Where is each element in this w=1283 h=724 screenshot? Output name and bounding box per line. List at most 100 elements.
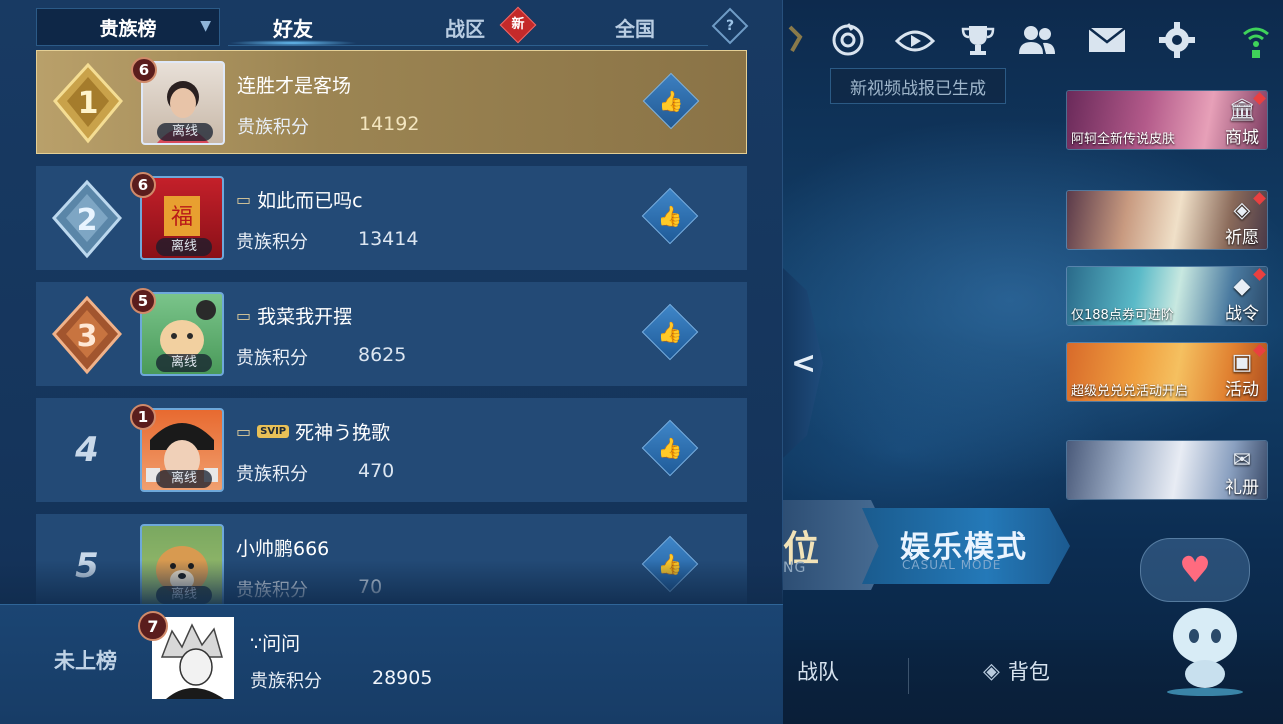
rank-bronze-badge: 3 — [44, 292, 130, 378]
like-button[interactable]: 👍 — [641, 187, 699, 245]
svg-text:福: 福 — [171, 205, 193, 230]
battlepass-icon: ◆ 战令 — [1225, 274, 1259, 325]
dropdown-label: 贵族榜 — [99, 17, 157, 40]
event-icon: ▣ 活动 — [1225, 350, 1259, 401]
promo-label: 活动 — [1225, 380, 1259, 400]
offline-status: 离线 — [157, 123, 213, 141]
friends-icon[interactable] — [1017, 20, 1057, 60]
replay-icon[interactable] — [895, 20, 935, 60]
player-name: 如此而已吗c — [257, 190, 363, 212]
divider — [908, 658, 909, 694]
svg-text:3: 3 — [77, 319, 98, 354]
promo-caption: 仅188点券可进阶 — [1071, 308, 1174, 323]
svip-badge: SVIP — [257, 425, 290, 438]
board-type-dropdown[interactable]: 贵族榜 ▼ — [36, 8, 220, 46]
team-label: 战队 — [797, 660, 839, 684]
wifi-icon — [1236, 20, 1276, 60]
rank-silver-badge: 2 — [44, 176, 130, 262]
list-fade — [0, 560, 783, 608]
rank-gold-badge: 1 — [45, 61, 131, 147]
help-icon[interactable]: ? — [711, 7, 749, 45]
player-name-line: ▭ 如此而已吗c — [236, 186, 363, 213]
leaderboard-panel: 贵族榜 ▼ 好友 战区 新 全国 ? 1 离线 6 连胜才是客场 贵族积分 14… — [0, 0, 783, 724]
player-name-line: ▭ 我菜我开摆 — [236, 302, 352, 329]
active-tab-indicator — [228, 40, 358, 46]
promo-caption: 阿轲全新传说皮肤 — [1071, 132, 1176, 147]
svg-text:1: 1 — [78, 86, 99, 121]
settings-icon[interactable] — [1157, 20, 1197, 60]
bell-icon[interactable] — [783, 20, 823, 60]
video-report-tooltip: 新视频战报已生成 — [830, 68, 1006, 104]
bag-icon: ◈ — [983, 658, 1000, 684]
score-value: 14192 — [359, 113, 420, 135]
promo-card-gift[interactable]: ✉ 礼册 — [1066, 440, 1268, 500]
promo-card-event[interactable]: 超级兑兑兑活动开启 ▣ 活动 — [1066, 342, 1268, 402]
bag-label: 背包 — [1007, 660, 1050, 684]
level-badge: 6 — [130, 172, 156, 198]
score-label: 贵族积分 — [236, 348, 308, 369]
thumbs-up-icon: 👍 — [658, 89, 684, 113]
thumbs-up-icon: 👍 — [657, 204, 683, 228]
intimacy-tag-icon: ▭ — [236, 306, 252, 325]
chevron-down-icon: ▼ — [200, 18, 211, 34]
score-value: 8625 — [358, 344, 407, 366]
promo-label: 战令 — [1225, 304, 1259, 324]
leaderboard-row[interactable]: 2 福 离线 6 ▭ 如此而已吗c 贵族积分 13414 👍 — [36, 166, 747, 270]
bag-button[interactable]: ◈ 背包 — [983, 656, 1050, 686]
offline-status: 离线 — [156, 354, 212, 372]
heart-icon[interactable]: ♥ — [1140, 538, 1250, 602]
shop-icon: 🏛 商城 — [1225, 98, 1259, 149]
leaderboard-row[interactable]: 1 离线 6 连胜才是客场 贵族积分 14192 👍 — [36, 50, 747, 154]
like-button[interactable]: 👍 — [641, 419, 699, 477]
level-badge: 1 — [130, 404, 156, 430]
level-badge: 5 — [130, 288, 156, 314]
my-score-label: 贵族积分 — [250, 671, 322, 692]
score-value: 13414 — [358, 228, 419, 250]
player-name-line: ▭ SVIP 死神う挽歌 — [236, 418, 390, 445]
my-score-value: 28905 — [372, 667, 433, 689]
leaderboard-row[interactable]: 4 离线 1 ▭ SVIP 死神う挽歌 贵族积分 470 👍 — [36, 398, 747, 502]
svg-text:2: 2 — [77, 203, 98, 238]
player-name-line: 小帅鹏666 — [236, 534, 329, 561]
my-rank-text: 未上榜 — [54, 649, 117, 673]
casual-mode-sub: CASUAL MODE — [902, 558, 1002, 572]
rank-number: 4 — [75, 430, 99, 470]
gift-icon: ✉ 礼册 — [1225, 448, 1259, 499]
tab-national[interactable]: 全国 — [580, 8, 690, 46]
mascot-assistant[interactable] — [1160, 596, 1250, 696]
promo-label: 祈愿 — [1225, 228, 1259, 248]
trophy-icon[interactable] — [958, 20, 998, 60]
offline-status: 离线 — [156, 470, 212, 488]
mail-icon[interactable] — [1087, 20, 1127, 60]
player-name-line: 连胜才是客场 — [237, 71, 351, 98]
thumbs-up-icon: 👍 — [657, 436, 683, 460]
promo-label: 商城 — [1225, 128, 1259, 148]
leaderboard-tabs: 贵族榜 ▼ 好友 战区 新 全国 ? — [0, 0, 783, 48]
intimacy-tag-icon: ▭ — [236, 190, 252, 209]
player-name: 小帅鹏666 — [236, 538, 330, 560]
my-level-badge: 7 — [138, 611, 168, 641]
promo-caption: 超级兑兑兑活动开启 — [1071, 384, 1189, 399]
like-button[interactable]: 👍 — [641, 303, 699, 361]
score-label: 贵族积分 — [237, 117, 309, 138]
promo-card-battlepass[interactable]: 仅188点券可进阶 ◆ 战令 — [1066, 266, 1268, 326]
level-badge: 6 — [131, 57, 157, 83]
team-button[interactable]: 战队 — [797, 656, 839, 686]
player-name: 连胜才是客场 — [237, 75, 352, 97]
leaderboard-list: 1 离线 6 连胜才是客场 贵族积分 14192 👍 2 福 离线 6 ▭ 如此… — [0, 48, 783, 604]
wish-icon: ◈ 祈愿 — [1225, 198, 1259, 249]
player-name: 我菜我开摆 — [257, 306, 353, 328]
promo-card-shop[interactable]: 阿轲全新传说皮肤 🏛 商城 — [1066, 90, 1268, 150]
score-label: 贵族积分 — [236, 232, 308, 253]
intimacy-tag-icon: ▭ — [236, 422, 252, 441]
target-icon[interactable] — [828, 20, 868, 60]
ranked-mode-sub: NG — [783, 560, 807, 576]
like-button[interactable]: 👍 — [642, 72, 700, 130]
score-value: 470 — [358, 460, 395, 482]
my-rank-bar: 未上榜 7 ∵问问 贵族积分 28905 — [0, 604, 783, 724]
score-label: 贵族积分 — [236, 464, 308, 485]
casual-mode-button[interactable]: 娱乐模式 CASUAL MODE — [862, 508, 1070, 584]
promo-card-wish[interactable]: ◈ 祈愿 — [1066, 190, 1268, 250]
thumbs-up-icon: 👍 — [657, 320, 683, 344]
leaderboard-row[interactable]: 3 离线 5 ▭ 我菜我开摆 贵族积分 8625 👍 — [36, 282, 747, 386]
